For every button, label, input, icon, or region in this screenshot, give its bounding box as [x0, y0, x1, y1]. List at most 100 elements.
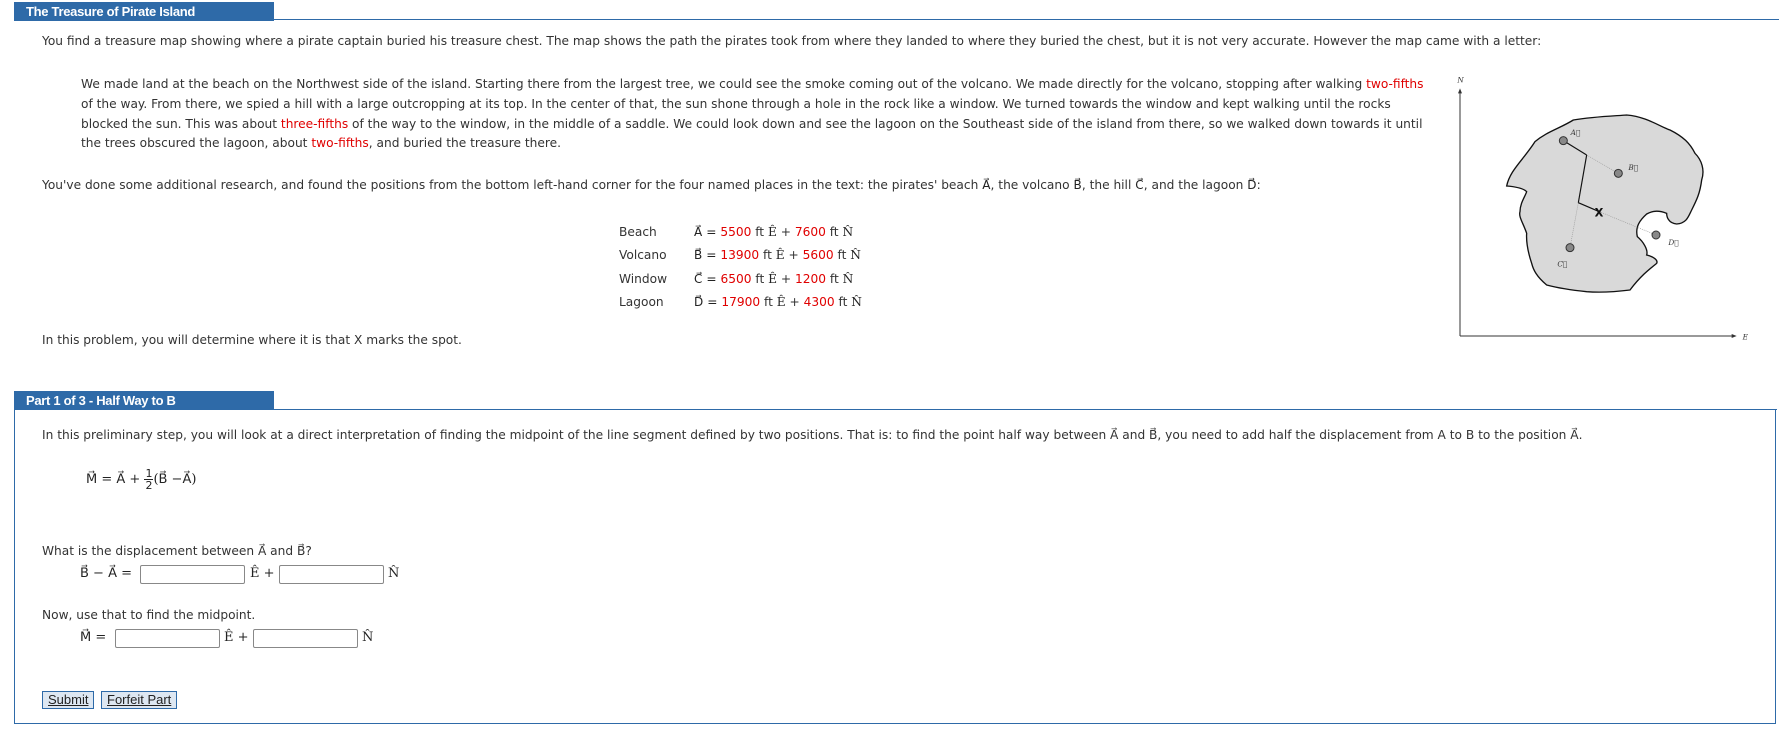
plus-sign: + [237, 630, 249, 645]
north-unit-vector: N̂ [850, 248, 861, 263]
part1-title-bar: Part 1 of 3 - Half Way to B [14, 391, 274, 410]
point-c [1565, 243, 1575, 253]
formula-rhs: (B⃗ −A⃗) [153, 472, 197, 487]
unit-ft: ft [838, 295, 848, 310]
unit-ft: ft [764, 295, 773, 310]
place-label: Lagoon [619, 295, 664, 310]
unit-ft: ft [829, 224, 839, 239]
east-unit-plus: Ê + [224, 630, 249, 645]
research-sentence: , the hill [1081, 178, 1136, 192]
east-value: 6500 [720, 271, 752, 286]
east-unit-vector: Ê [224, 630, 234, 645]
north-value: 7600 [794, 224, 826, 239]
place-label: Volcano [619, 248, 667, 263]
vector-b: B⃗ [1073, 178, 1082, 192]
research-sentence: : [1256, 178, 1261, 192]
title-rule [274, 19, 1779, 20]
part1-description: In this preliminary step, you will look … [42, 428, 1583, 442]
highlight-fraction: two-fifths [311, 136, 369, 151]
position-row: Window C⃗ = 6500 ft Ê + 1200 ft N̂ [619, 267, 862, 291]
island-map: N E A⃗ B⃗ C⃗ D⃗ X [1456, 76, 1749, 342]
fraction-denominator: 2 [145, 479, 153, 492]
research-sentence: , and the lagoon [1143, 178, 1248, 192]
forfeit-part-button[interactable]: Forfeit Part [101, 691, 178, 709]
north-label: N [1456, 76, 1464, 85]
equals-sign: = [707, 295, 718, 310]
unit-ft: ft [755, 271, 765, 286]
label-a: A⃗ [1570, 128, 1581, 137]
north-arrow-icon [1458, 88, 1462, 94]
label-c: C⃗ [1557, 260, 1567, 269]
positions-table: Beach A⃗ = 5500 ft Ê + 7600 ft N̂ Volcano B… [619, 220, 862, 314]
plus-sign: + [789, 295, 800, 310]
east-unit-vector: Ê [250, 566, 260, 581]
point-b [1613, 168, 1623, 178]
unit-ft: ft [755, 224, 765, 239]
east-label: E [1742, 332, 1749, 341]
east-value: 17900 [721, 295, 761, 310]
x-marks-spot: X [1595, 206, 1604, 220]
point-a [1558, 136, 1568, 146]
island-shape [1505, 114, 1704, 293]
label-d: D⃗ [1667, 238, 1678, 247]
equals-sign: = [706, 248, 717, 263]
vector-d: D⃗ [1247, 178, 1257, 192]
research-sentence: You've done some additional research, an… [42, 178, 983, 192]
equals-sign: = [706, 271, 717, 286]
north-unit-vector: N̂ [851, 295, 862, 310]
research-text: You've done some additional research, an… [42, 178, 1261, 192]
equals-sign: = [706, 224, 717, 239]
question-midpoint: Now, use that to find the midpoint. [42, 608, 256, 622]
plus-sign: + [788, 248, 799, 263]
intro-text: You find a treasure map showing where a … [42, 34, 1542, 48]
unit-ft: ft [837, 248, 847, 263]
label-b: B⃗ [1627, 163, 1638, 172]
letter-text: We made land at the beach on the Northwe… [81, 75, 1436, 154]
plus-sign: + [780, 271, 792, 286]
east-unit-vector: Ê [775, 248, 785, 263]
formula-lhs: M⃗ = A⃗ + [86, 472, 145, 487]
east-value: 5500 [720, 224, 752, 239]
north-unit-vector: N̂ [842, 271, 854, 286]
east-unit-vector: Ê [768, 271, 778, 286]
letter-segment: We made land at the beach on the Northwe… [81, 77, 1367, 91]
position-row: Beach A⃗ = 5500 ft Ê + 7600 ft N̂ [619, 220, 862, 244]
position-vector: C⃗ [694, 271, 703, 286]
north-unit-vector: N̂ [842, 224, 854, 239]
position-vector: B⃗ [694, 248, 703, 263]
highlight-fraction: three-fifths [280, 116, 349, 131]
midpoint-north-input[interactable] [253, 629, 358, 648]
problem-title-bar: The Treasure of Pirate Island [14, 2, 274, 21]
unit-ft: ft [829, 271, 839, 286]
position-row: Lagoon D⃗ = 17900 ft Ê + 4300 ft N̂ [619, 291, 862, 315]
unit-ft: ft [763, 248, 772, 263]
east-unit-plus: Ê + [250, 566, 275, 581]
displacement-north-input[interactable] [279, 565, 384, 584]
north-unit-vector: N̂ [388, 566, 400, 581]
letter-segment: , and buried the treasure there. [368, 136, 561, 151]
east-value: 13900 [720, 248, 760, 263]
midpoint-formula: M⃗ = A⃗ + 1 2 (B⃗ −A⃗) [86, 468, 196, 491]
place-label: Beach [619, 224, 657, 239]
north-value: 5600 [802, 248, 834, 263]
submit-button[interactable]: Submit [42, 691, 95, 709]
east-arrow-icon [1731, 334, 1737, 338]
north-unit-vector: N̂ [362, 630, 374, 645]
north-value: 4300 [803, 295, 835, 310]
plus-sign: + [263, 566, 275, 581]
midpoint-east-input[interactable] [115, 629, 220, 648]
midpoint-label: M⃗ = [80, 630, 107, 645]
vector-a: A⃗ [982, 178, 991, 192]
place-label: Window [619, 271, 668, 286]
east-unit-vector: Ê [776, 295, 786, 310]
problem-statement: In this problem, you will determine wher… [42, 333, 462, 347]
east-unit-vector: Ê [767, 224, 777, 239]
north-value: 1200 [795, 271, 827, 286]
research-sentence: , the volcano [990, 178, 1074, 192]
vector-c: C⃗ [1135, 178, 1144, 192]
displacement-east-input[interactable] [140, 565, 245, 584]
point-d [1651, 230, 1661, 240]
position-vector: D⃗ [694, 295, 704, 310]
position-vector: A⃗ [694, 224, 703, 239]
displacement-label: B⃗ − A⃗ = [80, 566, 132, 581]
